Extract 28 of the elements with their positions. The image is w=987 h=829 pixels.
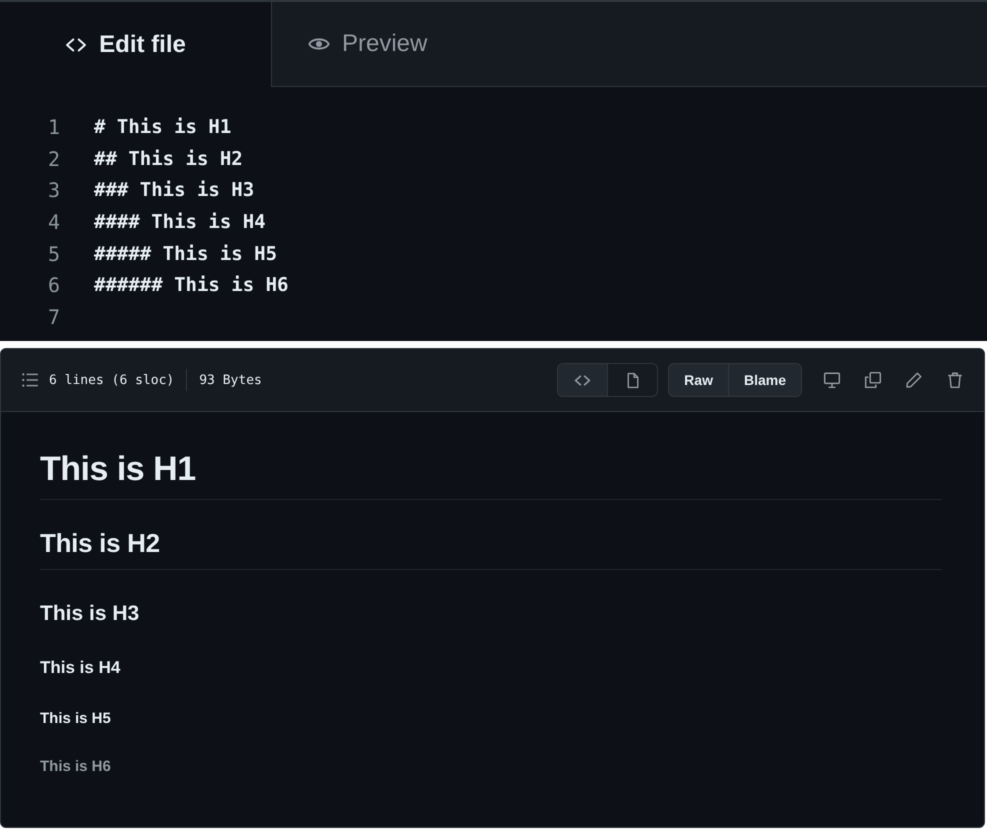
code-line: ### This is H3 (94, 179, 254, 202)
code-line: ###### This is H6 (94, 274, 288, 296)
toolbar-button[interactable]: Raw (669, 364, 728, 396)
line-number: 2 (46, 146, 61, 171)
file-size: 93 Bytes (199, 372, 262, 388)
list-icon (21, 371, 39, 389)
heading: This is H3 (40, 602, 140, 626)
line-number: 6 (46, 273, 61, 298)
tab[interactable]: Preview (271, 2, 987, 87)
code-line: ##### This is H5 (94, 242, 278, 265)
toolbar-button[interactable]: Blame (728, 364, 801, 396)
heading: This is H6 (40, 758, 111, 775)
line-number: 3 (46, 178, 61, 202)
copy-button[interactable] (862, 369, 884, 391)
line-count: 6 lines (6 sloc) (49, 372, 174, 388)
code-line: #### This is H4 (94, 210, 266, 233)
line-number: 5 (46, 242, 61, 266)
line-number: 4 (46, 210, 61, 234)
code-view-button[interactable] (558, 364, 608, 396)
heading: This is H1 (40, 450, 196, 489)
line-number: 7 (46, 304, 61, 329)
code-line: ## This is H2 (94, 148, 243, 170)
code-line: # This is H1 (94, 116, 232, 138)
heading: This is H2 (40, 528, 160, 559)
heading: This is H4 (40, 658, 120, 678)
heading: This is H5 (40, 710, 111, 727)
file-view-button[interactable] (607, 364, 658, 396)
line-number: 1 (46, 114, 61, 139)
